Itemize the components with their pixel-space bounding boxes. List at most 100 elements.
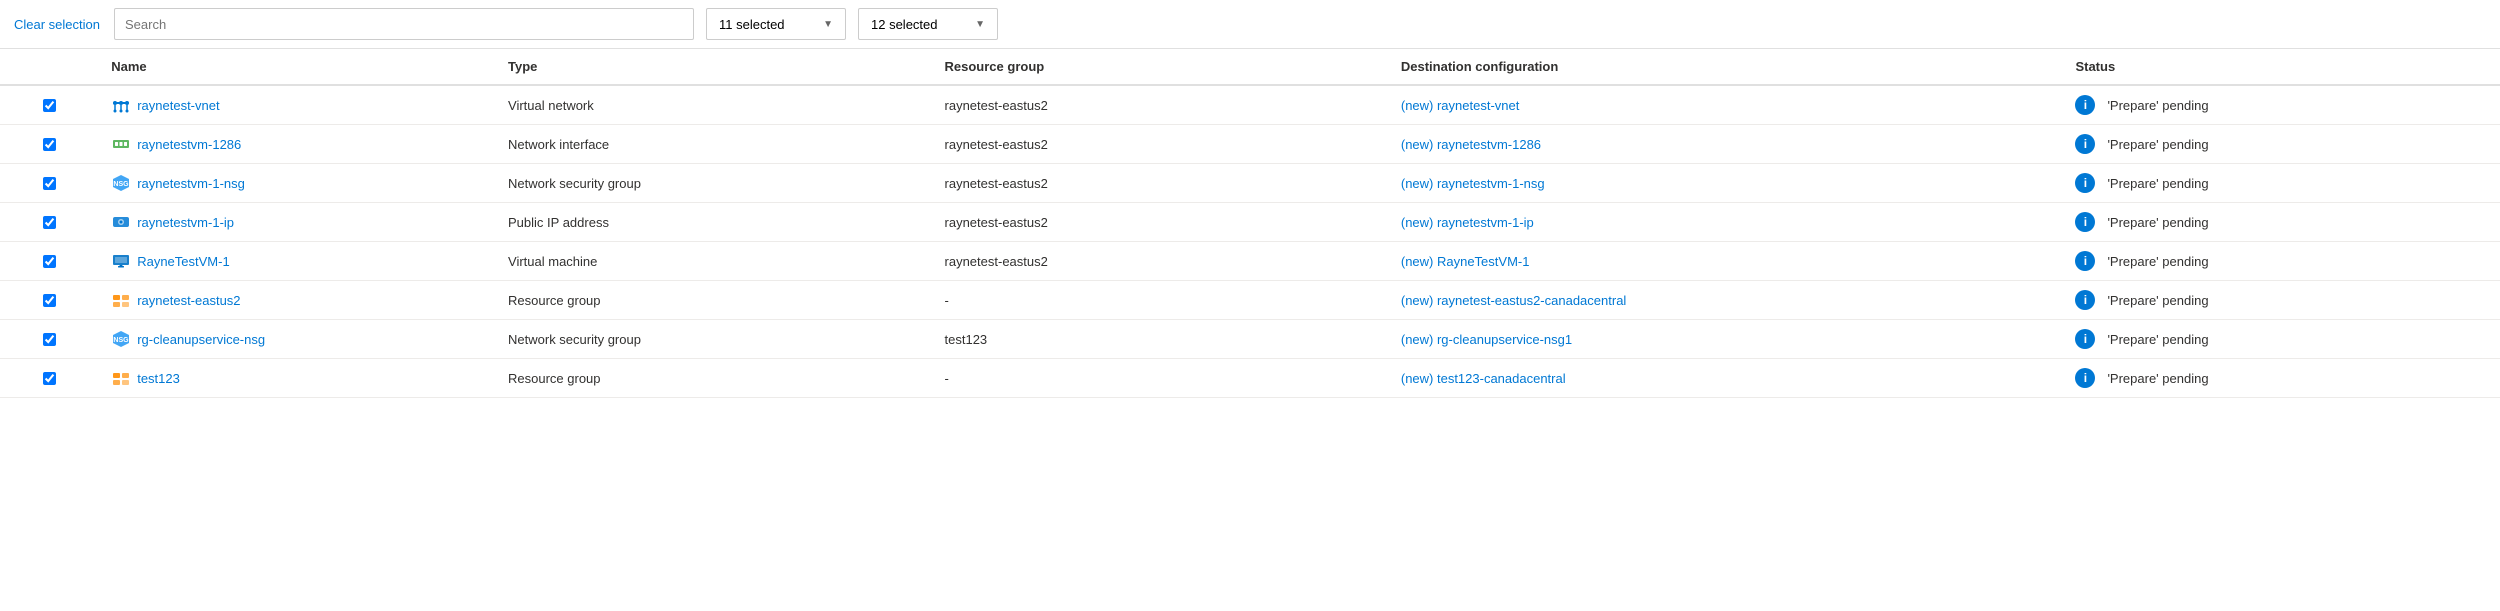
info-icon[interactable]: i: [2075, 173, 2095, 193]
row-checkbox[interactable]: [43, 255, 56, 268]
destination-link[interactable]: (new) test123-canadacentral: [1401, 371, 1566, 386]
status-text: 'Prepare' pending: [2107, 332, 2208, 347]
resource-name-link[interactable]: test123: [137, 371, 180, 386]
destination-link[interactable]: (new) raynetest-eastus2-canadacentral: [1401, 293, 1626, 308]
nsg-icon: NSG: [111, 173, 131, 193]
row-checkbox[interactable]: [43, 177, 56, 190]
row-resource-group-cell: raynetest-eastus2: [933, 164, 1389, 203]
status-text: 'Prepare' pending: [2107, 215, 2208, 230]
row-type-cell: Network security group: [496, 164, 933, 203]
row-status-cell: i 'Prepare' pending: [2063, 125, 2500, 164]
status-text: 'Prepare' pending: [2107, 98, 2208, 113]
table-row: NSG raynetestvm-1-nsg Network security gro…: [0, 164, 2500, 203]
row-name-cell: raynetestvm-1286: [99, 125, 496, 164]
resource-name-link[interactable]: raynetestvm-1-ip: [137, 215, 234, 230]
clear-selection-button[interactable]: Clear selection: [12, 13, 102, 36]
row-type-cell: Virtual machine: [496, 242, 933, 281]
row-resource-group-cell: -: [933, 359, 1389, 398]
table-row: RayneTestVM-1 Virtual machineraynetest-ea…: [0, 242, 2500, 281]
destination-link[interactable]: (new) raynetestvm-1-ip: [1401, 215, 1534, 230]
resource-name-link[interactable]: raynetestvm-1286: [137, 137, 241, 152]
row-destination-cell: (new) RayneTestVM-1: [1389, 242, 2064, 281]
row-destination-cell: (new) raynetestvm-1286: [1389, 125, 2064, 164]
row-checkbox-cell: [0, 85, 99, 125]
info-icon[interactable]: i: [2075, 290, 2095, 310]
resource-name-link[interactable]: RayneTestVM-1: [137, 254, 229, 269]
destination-link[interactable]: (new) raynetestvm-1-nsg: [1401, 176, 1545, 191]
table-row: test123Resource group-(new) test123-cana…: [0, 359, 2500, 398]
destination-link[interactable]: (new) RayneTestVM-1: [1401, 254, 1530, 269]
table-row: NSGrg-cleanupservice-nsgNetwork security…: [0, 320, 2500, 359]
destination-link[interactable]: (new) rg-cleanupservice-nsg1: [1401, 332, 1572, 347]
row-checkbox-cell: [0, 281, 99, 320]
row-destination-cell: (new) raynetest-vnet: [1389, 85, 2064, 125]
row-status-cell: i 'Prepare' pending: [2063, 242, 2500, 281]
col-header-resource-group: Resource group: [933, 49, 1389, 85]
filter1-label: 11 selected: [719, 17, 785, 32]
destination-link[interactable]: (new) raynetest-vnet: [1401, 98, 1520, 113]
row-destination-cell: (new) raynetest-eastus2-canadacentral: [1389, 281, 2064, 320]
vm-icon: [111, 251, 131, 271]
table-row: raynetest-eastus2Resource group-(new) ra…: [0, 281, 2500, 320]
resource-name-link[interactable]: rg-cleanupservice-nsg: [137, 332, 265, 347]
info-icon[interactable]: i: [2075, 212, 2095, 232]
col-header-status: Status: [2063, 49, 2500, 85]
row-name-cell: NSG raynetestvm-1-nsg: [99, 164, 496, 203]
table-row: raynetestvm-1-ipPublic IP addressraynete…: [0, 203, 2500, 242]
row-destination-cell: (new) test123-canadacentral: [1389, 359, 2064, 398]
col-header-name: Name: [99, 49, 496, 85]
row-type-cell: Network interface: [496, 125, 933, 164]
resource-name-link[interactable]: raynetest-eastus2: [137, 293, 240, 308]
status-text: 'Prepare' pending: [2107, 254, 2208, 269]
row-checkbox[interactable]: [43, 216, 56, 229]
info-icon[interactable]: i: [2075, 368, 2095, 388]
info-icon[interactable]: i: [2075, 95, 2095, 115]
svg-text:NSG: NSG: [114, 181, 130, 188]
status-text: 'Prepare' pending: [2107, 137, 2208, 152]
row-checkbox[interactable]: [43, 372, 56, 385]
nic-icon: [111, 134, 131, 154]
row-checkbox[interactable]: [43, 99, 56, 112]
info-icon[interactable]: i: [2075, 329, 2095, 349]
row-name-cell: raynetestvm-1-ip: [99, 203, 496, 242]
row-resource-group-cell: raynetest-eastus2: [933, 242, 1389, 281]
row-checkbox[interactable]: [43, 333, 56, 346]
vnet-icon: [111, 95, 131, 115]
pip-icon: [111, 212, 131, 232]
row-destination-cell: (new) raynetestvm-1-nsg: [1389, 164, 2064, 203]
row-type-cell: Public IP address: [496, 203, 933, 242]
search-input[interactable]: [114, 8, 694, 40]
filter1-dropdown[interactable]: 11 selected ▼: [706, 8, 846, 40]
row-checkbox[interactable]: [43, 138, 56, 151]
toolbar: Clear selection 11 selected ▼ 12 selecte…: [0, 0, 2500, 49]
row-name-cell: test123: [99, 359, 496, 398]
row-resource-group-cell: raynetest-eastus2: [933, 85, 1389, 125]
row-resource-group-cell: raynetest-eastus2: [933, 125, 1389, 164]
destination-link[interactable]: (new) raynetestvm-1286: [1401, 137, 1541, 152]
resources-table-container: Name Type Resource group Destination con…: [0, 49, 2500, 398]
status-text: 'Prepare' pending: [2107, 293, 2208, 308]
info-icon[interactable]: i: [2075, 251, 2095, 271]
rg-icon: [111, 368, 131, 388]
status-text: 'Prepare' pending: [2107, 371, 2208, 386]
row-status-cell: i 'Prepare' pending: [2063, 320, 2500, 359]
resource-name-link[interactable]: raynetest-vnet: [137, 98, 219, 113]
row-name-cell: NSGrg-cleanupservice-nsg: [99, 320, 496, 359]
row-checkbox-cell: [0, 359, 99, 398]
col-header-type: Type: [496, 49, 933, 85]
table-row: raynetest-vnet Virtual networkraynetest-e…: [0, 85, 2500, 125]
row-type-cell: Virtual network: [496, 85, 933, 125]
filter2-dropdown[interactable]: 12 selected ▼: [858, 8, 998, 40]
row-checkbox[interactable]: [43, 294, 56, 307]
col-header-destination: Destination configuration: [1389, 49, 2064, 85]
resource-name-link[interactable]: raynetestvm-1-nsg: [137, 176, 245, 191]
row-checkbox-cell: [0, 320, 99, 359]
filter2-label: 12 selected: [871, 17, 938, 32]
row-status-cell: i 'Prepare' pending: [2063, 281, 2500, 320]
row-checkbox-cell: [0, 203, 99, 242]
row-destination-cell: (new) raynetestvm-1-ip: [1389, 203, 2064, 242]
row-name-cell: RayneTestVM-1: [99, 242, 496, 281]
row-resource-group-cell: -: [933, 281, 1389, 320]
col-header-checkbox: [0, 49, 99, 85]
info-icon[interactable]: i: [2075, 134, 2095, 154]
